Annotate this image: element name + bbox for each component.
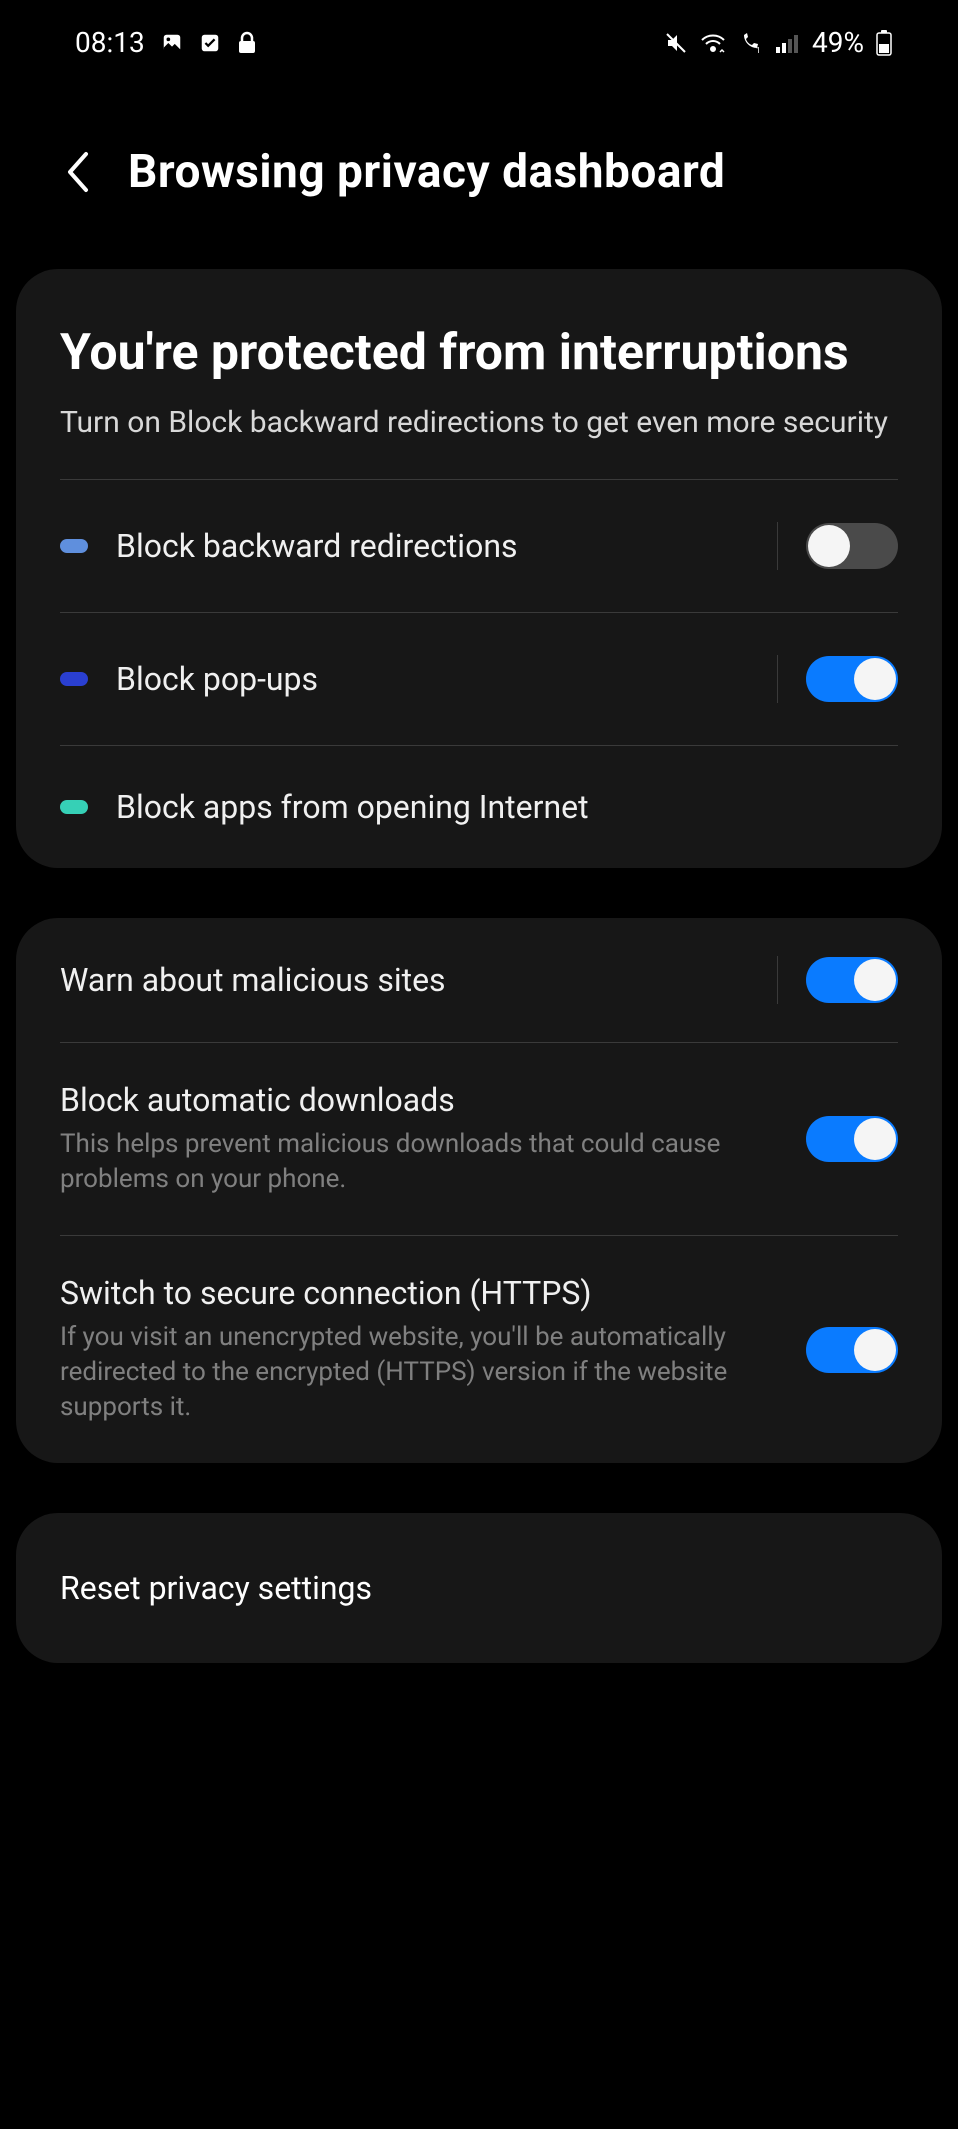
- toggle-block-backward[interactable]: [806, 523, 898, 569]
- mute-icon: [664, 31, 688, 55]
- status-bar: 08:13 1 49%: [0, 0, 958, 85]
- checkbox-icon: [199, 32, 221, 54]
- hero-title: You're protected from interruptions: [60, 325, 898, 383]
- volte-icon: 1: [738, 32, 764, 54]
- row-block-backward[interactable]: Block backward redirections: [16, 480, 942, 612]
- page-title: Browsing privacy dashboard: [128, 145, 725, 199]
- toggle-block-auto-downloads[interactable]: [806, 1116, 898, 1162]
- svg-text:1: 1: [756, 46, 761, 54]
- toggle-https[interactable]: [806, 1327, 898, 1373]
- security-card: Warn about malicious sites Block automat…: [16, 918, 942, 1463]
- row-block-popups[interactable]: Block pop-ups: [16, 613, 942, 745]
- dot-icon: [60, 800, 88, 814]
- image-icon: [161, 32, 183, 54]
- page-header: Browsing privacy dashboard: [0, 85, 958, 269]
- vertical-divider: [777, 522, 778, 570]
- status-time: 08:13: [75, 26, 145, 59]
- status-left: 08:13: [75, 26, 257, 59]
- battery-icon: [876, 30, 892, 56]
- row-title: Block automatic downloads: [60, 1081, 778, 1119]
- hero-section: You're protected from interruptions Turn…: [16, 269, 942, 479]
- reset-label: Reset privacy settings: [60, 1569, 372, 1607]
- row-label: Block backward redirections: [116, 527, 749, 565]
- row-subtitle: This helps prevent malicious downloads t…: [60, 1127, 778, 1197]
- row-block-apps[interactable]: Block apps from opening Internet: [16, 746, 942, 868]
- reset-card: Reset privacy settings: [16, 1513, 942, 1663]
- hero-subtitle: Turn on Block backward redirections to g…: [60, 403, 898, 444]
- signal-icon: [776, 33, 800, 53]
- row-title: Switch to secure connection (HTTPS): [60, 1274, 778, 1312]
- lock-icon: [237, 31, 257, 55]
- row-subtitle: If you visit an unencrypted website, you…: [60, 1320, 778, 1425]
- row-label: Block apps from opening Internet: [116, 788, 898, 826]
- dot-icon: [60, 672, 88, 686]
- reset-privacy-button[interactable]: Reset privacy settings: [16, 1513, 942, 1663]
- wifi-icon: [700, 32, 726, 54]
- status-right: 1 49%: [664, 26, 892, 59]
- dot-icon: [60, 539, 88, 553]
- battery-pct: 49%: [812, 26, 864, 59]
- toggle-block-popups[interactable]: [806, 656, 898, 702]
- back-icon[interactable]: [62, 148, 92, 196]
- protection-card: You're protected from interruptions Turn…: [16, 269, 942, 868]
- row-title: Warn about malicious sites: [60, 961, 749, 999]
- vertical-divider: [777, 956, 778, 1004]
- toggle-warn-malicious[interactable]: [806, 957, 898, 1003]
- vertical-divider: [777, 655, 778, 703]
- row-https[interactable]: Switch to secure connection (HTTPS) If y…: [16, 1236, 942, 1463]
- row-label: Block pop-ups: [116, 660, 749, 698]
- row-block-auto-downloads[interactable]: Block automatic downloads This helps pre…: [16, 1043, 942, 1235]
- row-warn-malicious[interactable]: Warn about malicious sites: [16, 918, 942, 1042]
